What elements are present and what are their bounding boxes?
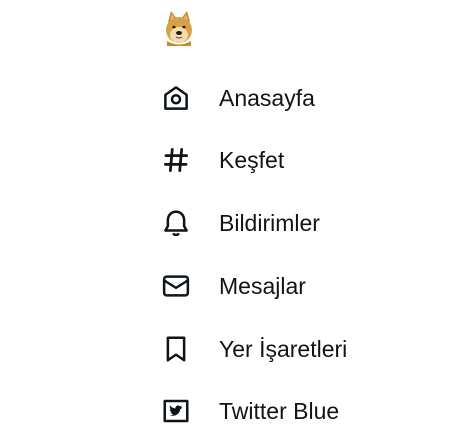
twitter-blue-icon [158, 393, 194, 429]
sidebar-nav: Anasayfa Keşfet Bildirimler Mesajlar Yer… [0, 0, 476, 441]
sidebar-item-messages[interactable]: Mesajlar [158, 264, 306, 308]
sidebar-item-label: Yer İşaretleri [219, 336, 348, 362]
sidebar-item-label: Twitter Blue [219, 398, 340, 424]
sidebar-item-home[interactable]: Anasayfa [158, 76, 315, 120]
sidebar-item-twitter-blue[interactable]: Twitter Blue [158, 389, 339, 433]
bookmark-icon [158, 331, 194, 367]
sidebar-item-label: Mesajlar [219, 273, 306, 299]
bell-icon [158, 205, 194, 241]
hashtag-icon [158, 142, 194, 178]
doge-logo-icon [166, 11, 192, 46]
sidebar-item-explore[interactable]: Keşfet [158, 138, 284, 182]
sidebar-item-label: Anasayfa [219, 85, 315, 111]
home-icon [158, 80, 194, 116]
home-logo-link[interactable] [162, 8, 196, 46]
envelope-icon [158, 268, 194, 304]
sidebar-item-notifications[interactable]: Bildirimler [158, 201, 320, 245]
sidebar-item-label: Keşfet [219, 147, 285, 173]
sidebar-item-label: Bildirimler [219, 210, 320, 236]
sidebar-item-bookmarks[interactable]: Yer İşaretleri [158, 327, 347, 371]
